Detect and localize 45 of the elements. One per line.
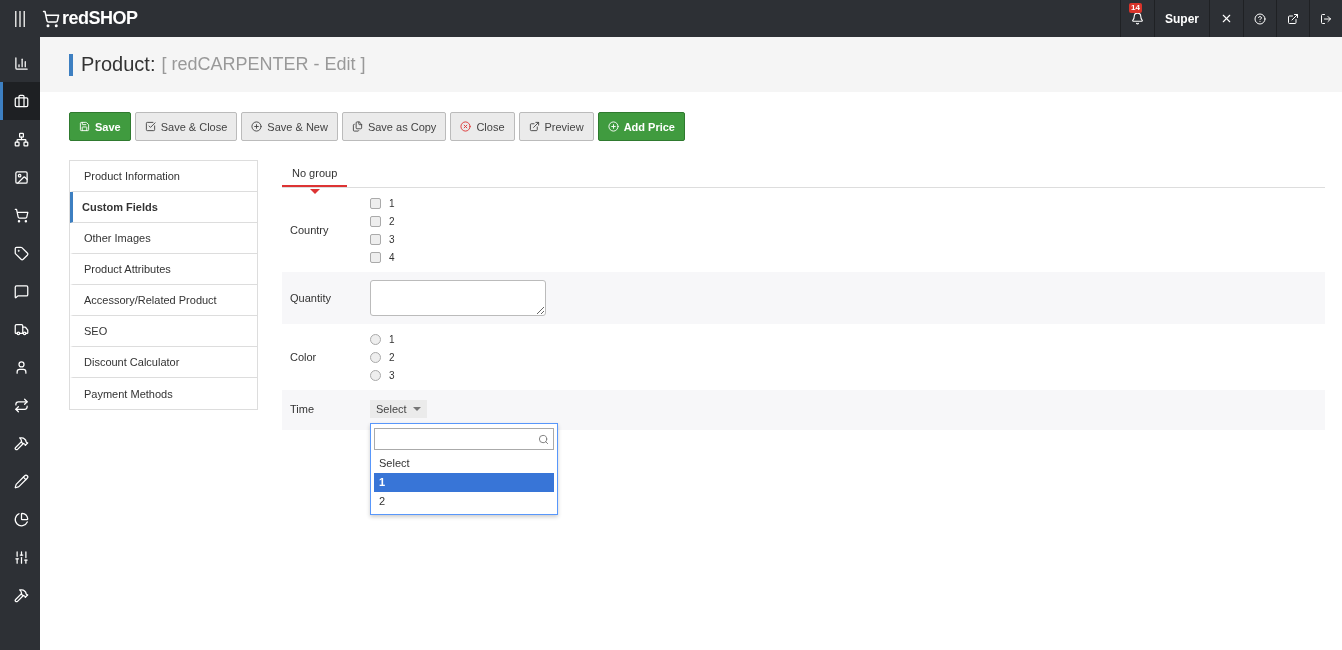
plus-circle-icon — [251, 121, 263, 132]
toolbar-button[interactable]: Preview — [518, 112, 594, 141]
notification-count: 14 — [1129, 3, 1142, 13]
select-dropdown[interactable]: Select — [370, 400, 427, 418]
toolbar-button[interactable]: Save & New — [241, 112, 338, 141]
radio-option[interactable]: 3 — [370, 368, 395, 382]
page-title: Product: — [81, 53, 156, 76]
bell-icon — [1131, 12, 1144, 25]
field-label: Color — [289, 351, 318, 363]
checkbox[interactable] — [370, 233, 381, 245]
caret-icon — [412, 407, 421, 411]
search-icon — [538, 433, 549, 445]
checkbox-option[interactable]: 1 — [370, 196, 395, 210]
field-label: Country — [289, 224, 330, 236]
toolbar-button[interactable]: Save — [69, 112, 131, 141]
plus-circle-icon — [607, 121, 619, 132]
briefcase-icon[interactable] — [0, 82, 40, 120]
external-link-icon — [528, 121, 540, 132]
cart-icon — [42, 9, 60, 28]
field-label: Quantity — [289, 292, 332, 304]
field-label: Time — [289, 403, 316, 415]
checkbox-option[interactable]: 2 — [370, 214, 395, 228]
tab[interactable]: Custom Fields — [70, 192, 257, 223]
radio-option[interactable]: 1 — [370, 332, 395, 346]
radio-option[interactable]: 2 — [370, 350, 395, 364]
checkbox-option[interactable]: 3 — [370, 232, 395, 246]
dropdown-option[interactable]: 1 — [374, 473, 554, 492]
page-subtitle: [ redCARPENTER - Edit ] — [161, 54, 366, 75]
checkbox[interactable] — [370, 215, 381, 227]
copy-icon — [351, 121, 363, 132]
toolbar-button[interactable]: Add Price — [597, 112, 685, 141]
radio-button[interactable] — [370, 333, 381, 345]
radio-button[interactable] — [370, 351, 381, 363]
checkbox[interactable] — [370, 197, 381, 209]
checkbox[interactable] — [370, 251, 381, 263]
radio-button[interactable] — [370, 369, 381, 381]
toolbar-button[interactable]: Save as Copy — [341, 112, 447, 141]
close-icon — [460, 121, 472, 132]
checkbox-option[interactable]: 4 — [370, 250, 395, 264]
toolbar-button[interactable]: Close — [450, 112, 515, 141]
floppy-icon — [79, 121, 90, 132]
search-field[interactable] — [374, 428, 554, 450]
check-square-icon — [144, 121, 156, 132]
toolbar-button[interactable]: Save & Close — [134, 112, 238, 141]
logo[interactable]: redSHOP — [62, 8, 138, 29]
